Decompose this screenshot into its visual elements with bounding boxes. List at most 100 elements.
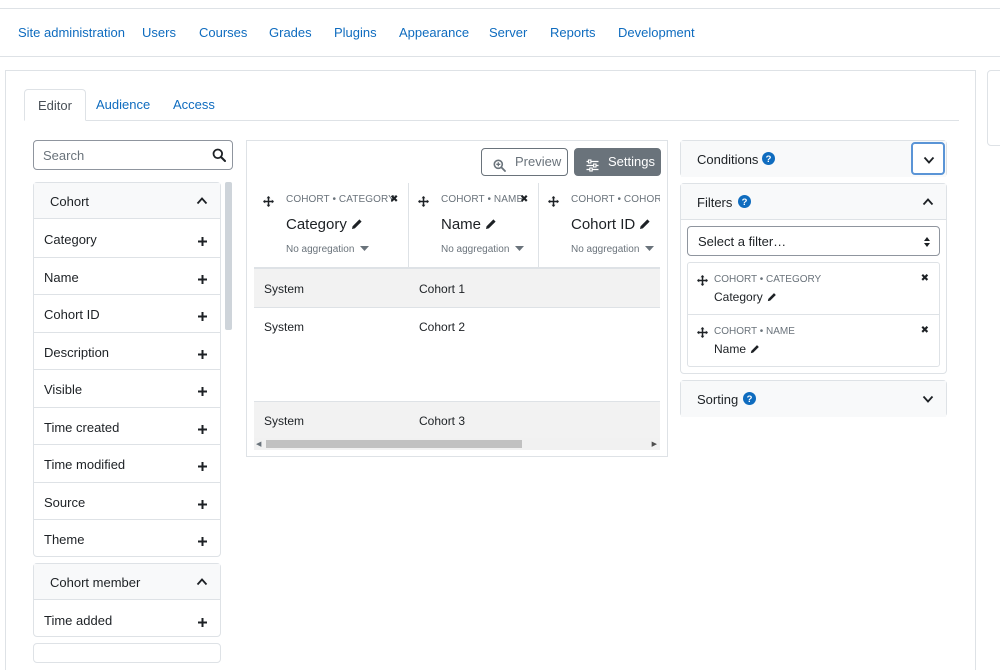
tab-access[interactable]: Access (160, 89, 228, 121)
pencil-icon[interactable] (485, 217, 497, 234)
scrollbar-thumb[interactable] (266, 440, 522, 448)
help-icon[interactable]: ? (738, 195, 751, 213)
sidebar-item-time-modified[interactable]: Time modified (34, 445, 220, 483)
pencil-icon[interactable] (767, 291, 777, 305)
aggregation-dropdown[interactable]: No aggregation (441, 244, 525, 255)
plus-icon[interactable] (198, 421, 207, 439)
nav-development[interactable]: Development (618, 25, 695, 40)
filter-name-editable[interactable]: Category (714, 290, 777, 305)
search-icon[interactable] (212, 148, 226, 167)
filters-card: Filters ? Select a filter… COHORT • CATE… (680, 183, 947, 374)
add-filter-select[interactable]: Select a filter… (687, 226, 940, 256)
move-icon[interactable] (697, 273, 708, 291)
report-horizontal-scrollbar[interactable]: ◀ ▶ (254, 438, 660, 450)
nav-courses[interactable]: Courses (199, 25, 247, 40)
column-title: Category (286, 216, 347, 233)
close-icon[interactable]: ✖ (520, 194, 528, 205)
scroll-left-arrow-icon[interactable]: ◀ (256, 440, 261, 448)
sliders-icon (586, 155, 599, 181)
conditions-card: Conditions ? (680, 140, 947, 177)
sidebar-item-label: Time modified (44, 457, 126, 472)
sorting-header[interactable]: Sorting ? (681, 381, 946, 417)
conditions-toggle-button[interactable] (911, 142, 945, 175)
sidebar-item-theme[interactable]: Theme (34, 520, 220, 558)
sidebar-item-cohort-id[interactable]: Cohort ID (34, 295, 220, 333)
column-identifier: COHORT • COHORT (571, 194, 660, 205)
pencil-icon[interactable] (639, 217, 651, 234)
aggregation-dropdown[interactable]: No aggregation (571, 244, 655, 255)
pencil-icon[interactable] (351, 217, 363, 234)
sidebar-item-label: Cohort ID (44, 307, 100, 322)
conditions-header[interactable]: Conditions ? (681, 141, 946, 177)
column-title-editable[interactable]: Name (441, 216, 497, 234)
column-title-editable[interactable]: Category (286, 216, 363, 234)
sidebar-group-header[interactable]: Cohort member (34, 564, 220, 600)
sidebar-item-time-created[interactable]: Time created (34, 408, 220, 445)
chevron-down-icon[interactable] (922, 392, 934, 410)
move-icon[interactable] (418, 194, 429, 212)
plus-icon[interactable] (198, 614, 207, 632)
plus-icon[interactable] (198, 496, 207, 514)
aggregation-label: No aggregation (286, 244, 355, 255)
sidebar-item-name[interactable]: Name (34, 258, 220, 295)
tab-editor[interactable]: Editor (24, 89, 86, 121)
nav-grades[interactable]: Grades (269, 25, 312, 40)
filter-name: Name (714, 342, 747, 356)
nav-users[interactable]: Users (142, 25, 176, 40)
sidebar-item-category[interactable]: Category (34, 220, 220, 258)
sidebar-item-time-added[interactable]: Time added (34, 601, 220, 639)
help-icon[interactable]: ? (762, 152, 775, 170)
preview-button[interactable]: Preview (481, 148, 568, 176)
select-arrows-icon (923, 235, 931, 253)
sidebar-item-source[interactable]: Source (34, 483, 220, 520)
plus-icon[interactable] (198, 233, 207, 251)
plus-icon[interactable] (198, 458, 207, 476)
plus-icon[interactable] (198, 271, 207, 289)
sidebar-group-title: Cohort member (50, 575, 141, 590)
close-icon[interactable]: ✖ (390, 194, 398, 205)
sidebar-scrollbar[interactable] (225, 182, 232, 330)
nav-appearance[interactable]: Appearance (399, 25, 469, 40)
settings-button[interactable]: Settings (574, 148, 661, 176)
sidebar-item-description[interactable]: Description (34, 333, 220, 370)
filter-item-name: COHORT • NAME ✖ Name (687, 314, 940, 367)
table-cell-name: Cohort 3 (419, 414, 466, 428)
plus-icon[interactable] (198, 533, 207, 551)
column-identifier: COHORT • CATEGORY (286, 194, 395, 205)
chevron-up-icon[interactable] (196, 575, 208, 593)
sidebar-search-input[interactable] (34, 141, 204, 169)
tab-audience[interactable]: Audience (83, 89, 163, 121)
filter-name-editable[interactable]: Name (714, 342, 760, 357)
nav-server[interactable]: Server (489, 25, 527, 40)
scroll-right-arrow-icon[interactable]: ▶ (652, 440, 657, 448)
filters-header[interactable]: Filters ? (681, 184, 946, 220)
sidebar-item-visible[interactable]: Visible (34, 370, 220, 408)
column-title-editable[interactable]: Cohort ID (571, 216, 651, 234)
caret-down-icon (360, 246, 370, 252)
nav-site-administration[interactable]: Site administration (18, 25, 125, 40)
chevron-up-icon[interactable] (922, 195, 934, 213)
help-icon[interactable]: ? (743, 392, 756, 410)
svg-text:?: ? (742, 197, 748, 208)
add-filter-select-value: Select a filter… (698, 234, 787, 249)
pencil-icon[interactable] (750, 343, 760, 357)
nav-reports[interactable]: Reports (550, 25, 596, 40)
move-icon[interactable] (263, 194, 274, 212)
sidebar-group-header[interactable]: Cohort (34, 183, 220, 219)
aggregation-dropdown[interactable]: No aggregation (286, 244, 370, 255)
nav-plugins[interactable]: Plugins (334, 25, 377, 40)
close-icon[interactable]: ✖ (921, 273, 929, 284)
chevron-up-icon[interactable] (196, 194, 208, 212)
column-header-category: COHORT • CATEGORY ✖ Category No aggregat… (254, 183, 409, 269)
plus-icon[interactable] (198, 383, 207, 401)
plus-icon[interactable] (198, 308, 207, 326)
sidebar-group-cohort: Cohort Category Name Cohort ID Descripti… (33, 182, 221, 557)
editor-tabs: Editor Audience Access (24, 89, 959, 121)
admin-secondary-nav: Site administration Users Courses Grades… (0, 9, 1000, 57)
move-icon[interactable] (548, 194, 559, 212)
close-icon[interactable]: ✖ (921, 325, 929, 336)
sidebar-item-label: Theme (44, 532, 85, 547)
move-icon[interactable] (697, 325, 708, 343)
plus-icon[interactable] (198, 346, 207, 364)
aggregation-label: No aggregation (571, 244, 640, 255)
